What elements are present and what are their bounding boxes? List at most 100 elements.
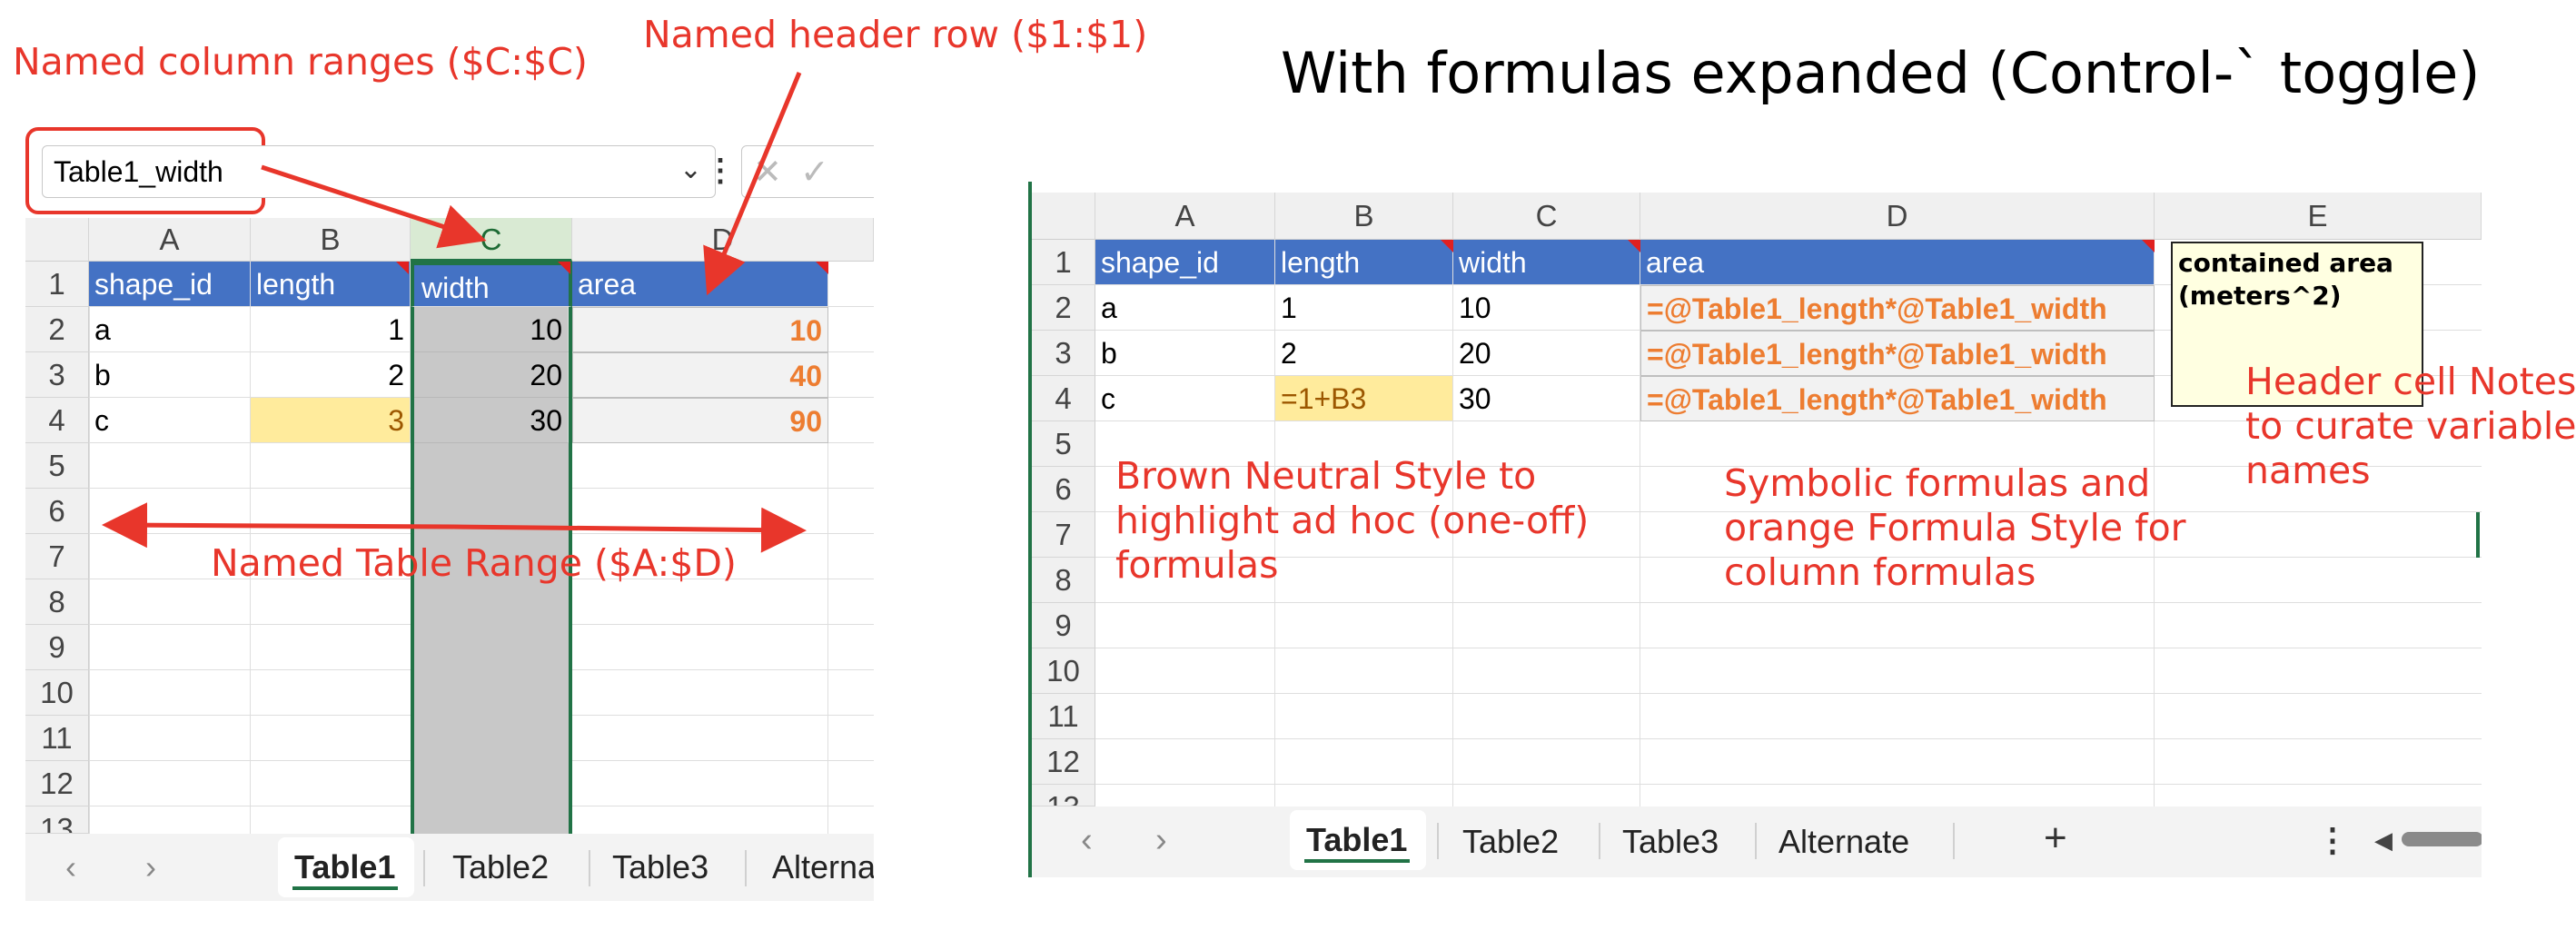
cell-c4[interactable]: 30 [1453,376,1640,421]
header-cell-shape-id[interactable]: shape_id [1095,240,1275,285]
row-header[interactable]: 3 [1032,331,1095,376]
cell-a2[interactable]: a [1095,285,1275,331]
cell-b4[interactable]: 3 [251,398,411,443]
row-header[interactable]: 13 [1032,785,1095,806]
cell-b3[interactable]: 2 [251,352,411,398]
cell-d2[interactable]: =@Table1_length*@Table1_width [1640,285,2155,331]
column-header-c[interactable]: C [411,218,572,262]
chevron-down-icon[interactable]: ⌄ [679,153,702,185]
row-header[interactable]: 7 [1032,512,1095,558]
scroll-thumb-left-icon[interactable]: ◀ [2374,826,2393,855]
header-cell-length[interactable]: length [1275,240,1453,285]
cell-d4[interactable]: =@Table1_length*@Table1_width [1640,376,2155,421]
annotation-brown-style: Brown Neutral Style to highlight ad hoc … [1115,454,1589,589]
cell-c3[interactable]: 20 [414,352,569,398]
row-header[interactable]: 1 [25,262,89,307]
annotation-named-header: Named header row ($1:$1) [643,13,1148,56]
scroll-right-icon[interactable]: › [145,848,156,886]
cell-c2[interactable]: 10 [1453,285,1640,331]
annotation-line: names [2245,449,2371,493]
cell-a4[interactable]: c [1095,376,1275,421]
column-header-d[interactable]: D [1640,193,2155,240]
sheet-tab-table1[interactable]: Table1 [1290,810,1426,870]
cell-d4[interactable]: 90 [572,398,828,443]
horizontal-scrollbar[interactable] [2402,832,2482,846]
cell-c3[interactable]: 20 [1453,331,1640,376]
row-header[interactable]: 5 [25,443,89,489]
select-all-corner[interactable] [1032,193,1095,240]
row-header[interactable]: 11 [25,716,89,761]
sheet-tab-table2[interactable]: Table2 [1462,823,1559,861]
sheet-tab-bar: ‹ › Table1 Table2 Table3 Alternate [25,834,874,901]
enter-icon[interactable]: ✓ [800,152,829,193]
row-header[interactable]: 4 [25,398,89,443]
sheet-tab-table1[interactable]: Table1 [278,837,414,897]
row-header[interactable]: 6 [1032,467,1095,512]
more-options-icon[interactable]: ⋮ [705,153,736,189]
row-header[interactable]: 5 [1032,421,1095,467]
cell-b2[interactable]: 1 [251,307,411,352]
row-header[interactable]: 2 [25,307,89,352]
header-cell-area[interactable]: area [572,262,828,307]
cell-a4[interactable]: c [89,398,251,443]
cell-b4[interactable]: =1+B3 [1275,376,1453,421]
column-header-b[interactable]: B [251,218,411,262]
scroll-left-icon[interactable]: ‹ [1081,821,1093,860]
column-header-e[interactable]: E [2155,193,2482,240]
header-cell-length[interactable]: length [251,262,411,307]
row-header[interactable]: 3 [25,352,89,398]
cell-a2[interactable]: a [89,307,251,352]
header-cell-area[interactable]: area [1640,240,2155,285]
row-header[interactable]: 6 [25,489,89,534]
cell-c2[interactable]: 10 [414,307,569,352]
row-header[interactable]: 4 [1032,376,1095,421]
header-cell-width[interactable]: width [1453,240,1640,285]
sheet-tab-table2[interactable]: Table2 [452,848,549,886]
header-cell-width[interactable]: width [411,262,572,307]
row-header[interactable]: 10 [1032,648,1095,694]
column-header-a[interactable]: A [89,218,251,262]
column-header-b[interactable]: B [1275,193,1453,240]
tab-separator [745,850,747,886]
cell-a3[interactable]: b [1095,331,1275,376]
left-excel-panel: Table1_width ⌄ ⋮ ✕ ✓ A B C D 1 2 3 4 5 6… [25,127,874,901]
sheet-tab-table3[interactable]: Table3 [1622,823,1719,861]
column-header-d[interactable]: D [572,218,874,262]
column-header-c[interactable]: C [1453,193,1640,240]
row-header[interactable]: 11 [1032,694,1095,739]
name-box[interactable]: Table1_width ⌄ [42,145,716,198]
row-header[interactable]: 13 [25,806,89,834]
sheet-tab-alternate[interactable]: Alternate [772,848,874,886]
row-header[interactable]: 10 [25,670,89,716]
sheet-tab-alternate[interactable]: Alternate [1778,823,1909,861]
row-header[interactable]: 12 [1032,739,1095,785]
annotation-named-columns: Named column ranges ($C:$C) [13,40,588,84]
formula-bar[interactable]: ✕ ✓ [741,145,874,198]
cell-d2[interactable]: 10 [572,307,828,352]
note-indicator-icon [558,262,570,274]
scroll-left-icon[interactable]: ‹ [65,848,76,886]
scroll-right-icon[interactable]: › [1155,821,1167,860]
row-header[interactable]: 8 [1032,558,1095,603]
row-header[interactable]: 2 [1032,285,1095,331]
cancel-icon[interactable]: ✕ [753,152,782,193]
row-header[interactable]: 8 [25,579,89,625]
more-options-icon[interactable]: ⋮ [2316,821,2349,859]
add-sheet-icon[interactable]: + [2044,816,2067,861]
header-cell-shape-id[interactable]: shape_id [89,262,251,307]
cell-a3[interactable]: b [89,352,251,398]
row-header[interactable]: 9 [25,625,89,670]
select-all-corner[interactable] [25,218,89,262]
cell-c4[interactable]: 30 [414,398,569,443]
cell-b2[interactable]: 1 [1275,285,1453,331]
row-header[interactable]: 1 [1032,240,1095,285]
cell-b3[interactable]: 2 [1275,331,1453,376]
row-header[interactable]: 7 [25,534,89,579]
row-header[interactable]: 9 [1032,603,1095,648]
sheet-tab-table3[interactable]: Table3 [612,848,708,886]
tab-separator [1599,823,1600,859]
column-header-a[interactable]: A [1095,193,1275,240]
row-header[interactable]: 12 [25,761,89,806]
cell-d3[interactable]: 40 [572,352,828,398]
cell-d3[interactable]: =@Table1_length*@Table1_width [1640,331,2155,376]
